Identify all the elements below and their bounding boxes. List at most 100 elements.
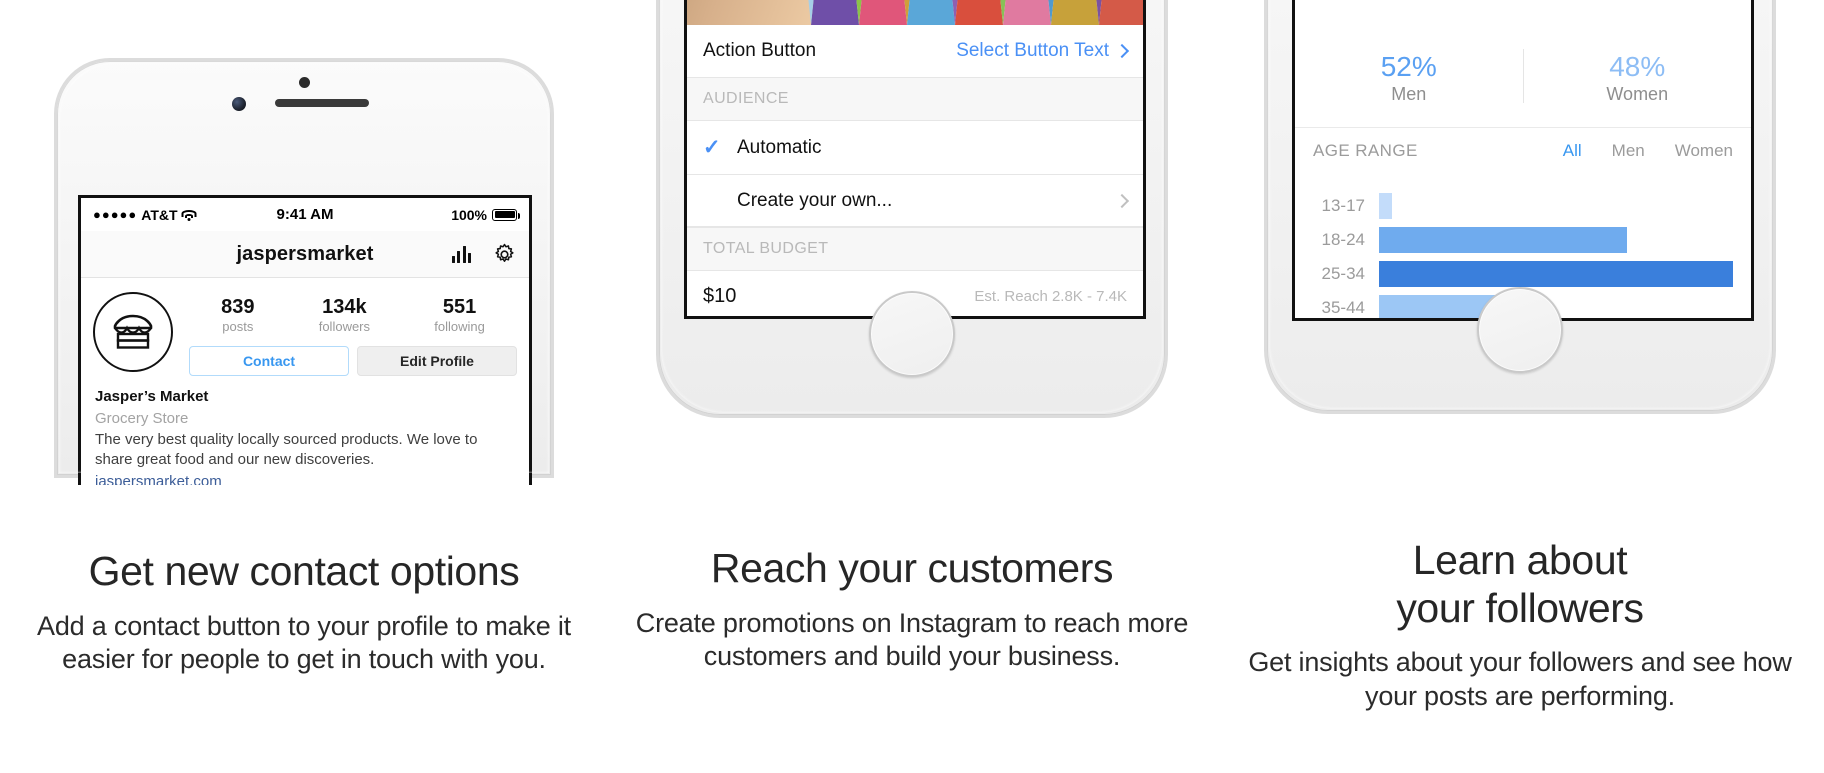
gender-women-label: Women [1606,84,1669,104]
caption-title: Get new contact options [88,548,520,594]
age-range-header: AGE RANGE All Men Women [1295,127,1751,173]
table-row: 18-24 [1307,223,1733,257]
panel-learn-followers: 52% Men 48% Women AGE RANGE All Men Wome… [1216,0,1824,773]
age-tab-women[interactable]: Women [1675,141,1733,161]
stat-label: posts [222,319,254,334]
caption-body: Get insights about your followers and se… [1248,647,1792,711]
table-row: 25-34 [1307,257,1733,291]
profile-action-buttons: Contact Edit Profile [189,346,517,376]
profile-bio: Jasper’s Market Grocery Store The very b… [81,376,529,485]
panel-contact-options: ●●●●● AT&T 9:41 AM 100% jaspersmarket 83… [0,0,608,773]
stat-value: 839 [221,296,255,318]
caption-title-line-2: your followers [1396,584,1644,631]
phone-screen-insights: 52% Men 48% Women AGE RANGE All Men Wome… [1292,0,1754,321]
bar-track [1379,193,1733,219]
promo-screens-stage: ●●●●● AT&T 9:41 AM 100% jaspersmarket 83… [0,0,1824,773]
age-tab-all[interactable]: All [1563,141,1582,161]
bar-track [1379,261,1733,287]
profile-stats-and-actions: 839 posts 134k followers 551 following C… [173,292,517,376]
bar-fill [1379,193,1393,219]
bar-label: 13-17 [1321,196,1365,215]
status-bar-right: 100% [333,206,520,223]
storefront-icon [113,314,153,349]
gender-breakdown: 52% Men 48% Women [1295,27,1751,127]
caption-title: Reach your customers [710,545,1114,591]
triangle-pattern-graphic [808,0,1143,25]
signal-strength-icon: ●●●●● [93,207,138,222]
stat-value: 551 [442,296,477,318]
battery-icon [492,208,520,221]
bio-text: The very best quality locally sourced pr… [95,430,478,469]
stat-label: followers [318,319,371,334]
bar-label: 25-34 [1321,264,1365,283]
clock-label: 9:41 AM [276,206,334,223]
profile-navbar: jaspersmarket [81,231,529,278]
iphone-mockup-1: ●●●●● AT&T 9:41 AM 100% jaspersmarket 83… [54,0,554,485]
budget-amount: $10 [703,284,737,307]
audience-option-custom[interactable]: Create your own... [687,175,1143,227]
caption-block-3: Learn about your followers Get insights … [1216,537,1824,713]
caption-block-2: Reach your customers Create promotions o… [608,545,1216,673]
contact-button[interactable]: Contact [189,346,349,376]
caption-body: Create promotions on Instagram to reach … [635,607,1189,672]
gender-men-label: Men [1391,84,1427,104]
panel-reach-customers: Action Button Select Button Text AUDIENC… [608,0,1216,773]
carrier-label: AT&T [141,206,178,223]
phone-screen-promotion: Action Button Select Button Text AUDIENC… [684,0,1146,319]
bar-fill [1379,261,1733,287]
stat-followers[interactable]: 134k followers [319,296,370,334]
age-range-filter-tabs: All Men Women [1563,141,1733,161]
bar-track [1379,227,1733,253]
caption-body: Add a contact button to your profile to … [37,610,571,675]
wifi-icon [181,209,197,221]
phone-body: ●●●●● AT&T 9:41 AM 100% jaspersmarket 83… [54,58,554,485]
home-button[interactable] [1477,287,1563,373]
age-tab-men[interactable]: Men [1612,141,1645,161]
age-range-title: AGE RANGE [1313,140,1418,160]
gear-icon[interactable] [493,243,516,266]
edit-profile-button[interactable]: Edit Profile [357,346,517,376]
stat-posts[interactable]: 839 posts [221,296,254,334]
phone-sensors [57,61,551,131]
profile-stats: 839 posts 134k followers 551 following [189,292,517,334]
bar-label: 35-44 [1321,298,1365,317]
front-camera-icon [232,97,246,111]
proximity-sensor-icon [299,77,310,88]
caption-block-1: Get new contact options Add a contact bu… [0,548,608,676]
action-button-value-text: Select Button Text [956,40,1109,61]
phone-screen-profile: ●●●●● AT&T 9:41 AM 100% jaspersmarket 83… [78,195,532,485]
chevron-right-icon [1114,43,1130,59]
home-button[interactable] [869,291,955,377]
business-name: Jasper’s Market [95,388,209,405]
iphone-mockup-2: Action Button Select Button Text AUDIENC… [656,0,1168,630]
budget-section-header: TOTAL BUDGET [687,227,1143,271]
audience-section-header: AUDIENCE [687,77,1143,121]
avatar[interactable] [93,292,173,372]
battery-percent-label: 100% [451,206,487,223]
action-button-label: Action Button [703,40,817,61]
gender-men-percent: 52% [1380,51,1437,82]
caption-title-line-1: Learn about [1412,537,1628,583]
audience-option-label: Automatic [737,136,822,158]
checkmark-icon: ✓ [703,136,721,159]
profile-username: jaspersmarket [236,242,374,265]
action-button-value[interactable]: Select Button Text [956,40,1130,62]
status-bar-left: ●●●●● AT&T [93,207,277,223]
audience-option-label: Create your own... [737,189,893,211]
table-row: 13-17 [1307,189,1733,223]
bar-fill [1379,227,1627,253]
phone-body: Action Button Select Button Text AUDIENC… [656,0,1168,418]
audience-option-automatic[interactable]: ✓ Automatic [687,121,1143,175]
gender-women-percent: 48% [1609,51,1666,82]
status-bar: ●●●●● AT&T 9:41 AM 100% [81,198,529,231]
gender-men: 52% Men [1295,49,1523,105]
stat-label: following [434,319,485,334]
website-link[interactable]: jaspersmarket.com [95,473,515,485]
stat-following[interactable]: 551 following [434,296,485,334]
stat-value: 134k [322,296,367,318]
bar-chart-icon[interactable] [451,245,471,263]
business-category: Grocery Store [95,409,189,427]
budget-estimated-reach: Est. Reach 2.8K - 7.4K [974,287,1127,305]
action-button-row[interactable]: Action Button Select Button Text [687,25,1143,77]
profile-header: 839 posts 134k followers 551 following C… [81,278,529,376]
